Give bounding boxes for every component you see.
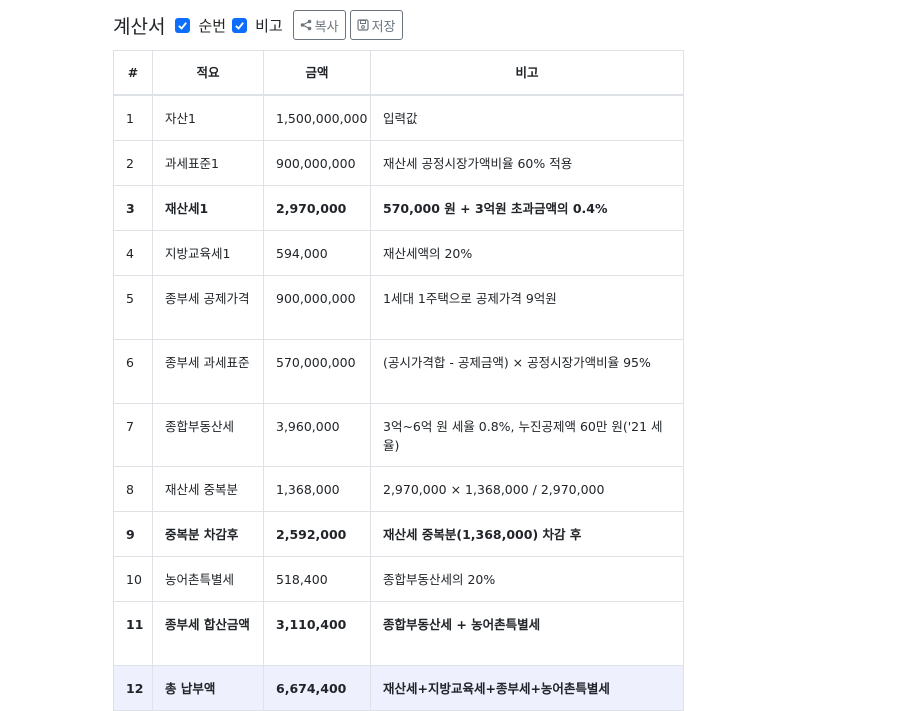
- table-header-row: # 적요 금액 비고: [113, 50, 684, 96]
- cell-amount: 518,400: [263, 556, 371, 602]
- cell-amount: 3,110,400: [263, 601, 371, 666]
- cell-item: 지방교육세1: [152, 230, 264, 276]
- cell-no: 9: [113, 511, 153, 557]
- cell-note: 3억~6억 원 세율 0.8%, 누진공제액 60만 원('21 세율): [370, 403, 684, 467]
- cell-note: 1세대 1주택으로 공제가격 9억원: [370, 275, 684, 340]
- cell-item: 자산1: [152, 94, 264, 141]
- cell-note: 2,970,000 × 1,368,000 / 2,970,000: [370, 466, 684, 512]
- cell-note: 재산세액의 20%: [370, 230, 684, 276]
- cell-item: 과세표준1: [152, 140, 264, 186]
- table-row: 10 농어촌특별세 518,400 종합부동산세의 20%: [113, 556, 684, 602]
- cell-item: 중복분 차감후: [152, 511, 264, 557]
- cell-item: 종부세 과세표준: [152, 339, 264, 404]
- cell-item: 재산세 중복분: [152, 466, 264, 512]
- cell-item: 재산세1: [152, 185, 264, 231]
- cell-item: 총 납부액: [152, 665, 264, 711]
- cell-amount: 2,592,000: [263, 511, 371, 557]
- seq-checkbox[interactable]: 순번: [175, 15, 226, 36]
- save-button-label: 저장: [371, 19, 396, 35]
- cell-no: 3: [113, 185, 153, 231]
- cell-note: 재산세+지방교육세+종부세+농어촌특별세: [370, 665, 684, 711]
- cell-note: 재산세 공정시장가액비율 60% 적용: [370, 140, 684, 186]
- cell-amount: 900,000,000: [263, 275, 371, 340]
- cell-no: 11: [113, 601, 153, 666]
- cell-no: 4: [113, 230, 153, 276]
- copy-button[interactable]: 복사: [292, 10, 346, 40]
- cell-amount: 594,000: [263, 230, 371, 276]
- cell-no: 1: [113, 94, 153, 141]
- cell-note: 종합부동산세 + 농어촌특별세: [370, 601, 684, 666]
- cell-no: 12: [113, 665, 153, 711]
- cell-amount: 6,674,400: [263, 665, 371, 711]
- cell-item: 종부세 합산금액: [152, 601, 264, 666]
- cell-no: 7: [113, 403, 153, 467]
- table-row: 5 종부세 공제가격 900,000,000 1세대 1주택으로 공제가격 9억…: [113, 275, 684, 340]
- checkbox-checked-icon[interactable]: [232, 17, 248, 33]
- cell-amount: 900,000,000: [263, 140, 371, 186]
- col-header-amount: 금액: [263, 50, 371, 96]
- calculation-table: # 적요 금액 비고 1 자산1 1,500,000,000 입력값 2 과세표…: [113, 50, 684, 711]
- cell-amount: 3,960,000: [263, 403, 371, 467]
- save-icon: [356, 19, 369, 31]
- cell-amount: 570,000,000: [263, 339, 371, 404]
- table-row: 4 지방교육세1 594,000 재산세액의 20%: [113, 230, 684, 276]
- cell-no: 8: [113, 466, 153, 512]
- calculator-panel: 계산서 순번 비고 복사 저장 # 적요 금액 비고 1 자산1 1,500,0…: [113, 0, 684, 711]
- cell-note: 입력값: [370, 94, 684, 141]
- cell-note: 종합부동산세의 20%: [370, 556, 684, 602]
- seq-checkbox-label: 순번: [198, 16, 227, 35]
- table-row: 9 중복분 차감후 2,592,000 재산세 중복분(1,368,000) 차…: [113, 511, 684, 557]
- table-row: 2 과세표준1 900,000,000 재산세 공정시장가액비율 60% 적용: [113, 140, 684, 186]
- table-row: 1 자산1 1,500,000,000 입력값: [113, 94, 684, 141]
- note-checkbox-label: 비고: [255, 16, 283, 35]
- share-icon: [300, 19, 311, 31]
- table-row: 7 종합부동산세 3,960,000 3억~6억 원 세율 0.8%, 누진공제…: [113, 403, 684, 467]
- toolbar: 계산서 순번 비고 복사 저장: [113, 0, 683, 50]
- cell-item: 농어촌특별세: [152, 556, 264, 602]
- cell-note: (공시가격합 - 공제금액) × 공정시장가액비율 95%: [370, 339, 684, 404]
- note-checkbox[interactable]: 비고: [232, 15, 283, 36]
- cell-no: 10: [113, 556, 153, 602]
- cell-no: 6: [113, 339, 153, 404]
- table-row: 6 종부세 과세표준 570,000,000 (공시가격합 - 공제금액) × …: [113, 339, 684, 404]
- page-title: 계산서: [113, 15, 166, 38]
- copy-button-label: 복사: [314, 19, 339, 35]
- col-header-item: 적요: [152, 50, 264, 96]
- cell-no: 5: [113, 275, 153, 340]
- cell-item: 종부세 공제가격: [152, 275, 264, 340]
- cell-no: 2: [113, 140, 153, 186]
- cell-item: 종합부동산세: [152, 403, 264, 467]
- table-row: 11 종부세 합산금액 3,110,400 종합부동산세 + 농어촌특별세: [113, 601, 684, 666]
- cell-note: 570,000 원 + 3억원 초과금액의 0.4%: [370, 185, 684, 231]
- cell-amount: 2,970,000: [263, 185, 371, 231]
- cell-amount: 1,368,000: [263, 466, 371, 512]
- save-button[interactable]: 저장: [349, 10, 403, 40]
- col-header-note: 비고: [370, 50, 684, 96]
- table-row: 8 재산세 중복분 1,368,000 2,970,000 × 1,368,00…: [113, 466, 684, 512]
- cell-note: 재산세 중복분(1,368,000) 차감 후: [370, 511, 684, 557]
- checkbox-checked-icon[interactable]: [175, 17, 191, 33]
- cell-amount: 1,500,000,000: [263, 94, 371, 141]
- table-row-total: 12 총 납부액 6,674,400 재산세+지방교육세+종부세+농어촌특별세: [113, 665, 684, 711]
- table-row: 3 재산세1 2,970,000 570,000 원 + 3억원 초과금액의 0…: [113, 185, 684, 231]
- col-header-no: #: [113, 50, 153, 96]
